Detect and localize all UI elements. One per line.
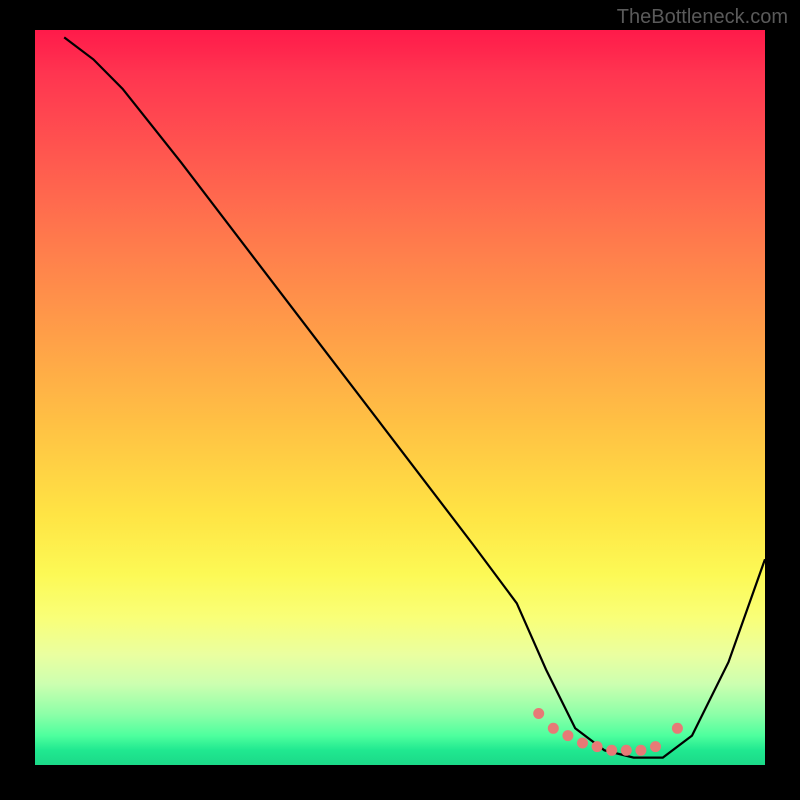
- marker-dot: [635, 745, 646, 756]
- watermark-text: TheBottleneck.com: [617, 6, 788, 29]
- marker-dot: [606, 745, 617, 756]
- marker-dot: [592, 741, 603, 752]
- marker-dot: [672, 723, 683, 734]
- marker-dot: [650, 741, 661, 752]
- marker-dot: [562, 730, 573, 741]
- marker-dot: [621, 745, 632, 756]
- chart-svg: [35, 30, 765, 765]
- plot-area: [35, 30, 765, 765]
- marker-dot: [533, 708, 544, 719]
- curve-markers: [533, 708, 683, 756]
- marker-dot: [577, 738, 588, 749]
- bottleneck-curve: [64, 37, 765, 757]
- marker-dot: [548, 723, 559, 734]
